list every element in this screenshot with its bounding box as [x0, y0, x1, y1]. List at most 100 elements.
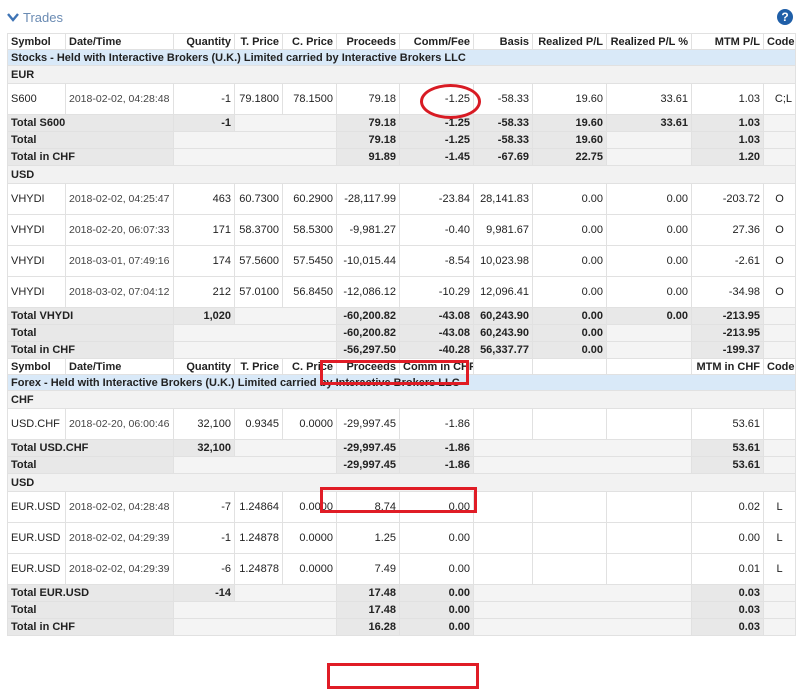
total-comm-chf: -1.86	[399, 439, 474, 457]
total-mtm-pl: -199.37	[691, 341, 764, 359]
col-header-code[interactable]: Code	[763, 358, 796, 375]
empty-cell	[234, 307, 337, 325]
cell-cprice: 0.0000	[282, 553, 337, 585]
total-mtm-chf: 0.03	[691, 601, 764, 619]
col-header-mtm-chf[interactable]: MTM in CHF	[691, 358, 764, 375]
cell-tprice: 1.24864	[234, 491, 283, 523]
cell-datetime: 2018-02-20, 06:07:33	[65, 214, 174, 246]
cell-realized-pl-pct: 33.61	[606, 83, 692, 115]
col-header-symbol[interactable]: Symbol	[7, 33, 66, 50]
total-row: Total -29,997.45 -1.86 53.61	[7, 456, 796, 474]
col-header-code[interactable]: Code	[763, 33, 796, 50]
total-proceeds: -29,997.45	[336, 439, 400, 457]
cell-code: O	[763, 245, 796, 277]
col-header-datetime[interactable]: Date/Time	[65, 358, 174, 375]
empty-cell	[473, 601, 692, 619]
total-symbol-row: Total USD.CHF 32,100 -29,997.45 -1.86 53…	[7, 439, 796, 457]
cell-datetime: 2018-02-02, 04:29:39	[65, 522, 174, 554]
col-header-symbol[interactable]: Symbol	[7, 358, 66, 375]
cell-basis: -58.33	[473, 83, 533, 115]
empty-cell	[473, 553, 533, 585]
help-icon[interactable]: ?	[777, 9, 793, 25]
cell-quantity: 212	[173, 276, 235, 308]
cell-datetime: 2018-02-02, 04:25:47	[65, 183, 174, 215]
col-header-commfee[interactable]: Comm/Fee	[399, 33, 474, 50]
cell-symbol: VHYDI	[7, 214, 66, 246]
cell-proceeds: 7.49	[336, 553, 400, 585]
total-realized-pl: 19.60	[532, 131, 607, 149]
cell-symbol: S600	[7, 83, 66, 115]
total-basis: 56,337.77	[473, 341, 533, 359]
col-header-realized-pl[interactable]: Realized P/L	[532, 33, 607, 50]
section-title: Trades	[23, 9, 63, 25]
cell-code: L	[763, 491, 796, 523]
col-header-datetime[interactable]: Date/Time	[65, 33, 174, 50]
asset-class-row: Stocks - Held with Interactive Brokers (…	[7, 49, 796, 66]
cell-datetime: 2018-02-20, 06:00:46	[65, 408, 174, 440]
empty-cell	[763, 324, 796, 342]
col-header-basis[interactable]: Basis	[473, 33, 533, 50]
total-chf-row: Total in CHF -56,297.50 -40.28 56,337.77…	[7, 341, 796, 359]
cell-proceeds: 1.25	[336, 522, 400, 554]
cell-cprice: 60.2900	[282, 183, 337, 215]
highlight-box-forex-usd-total-chf	[327, 663, 479, 689]
cell-cprice: 0.0000	[282, 408, 337, 440]
total-quantity: -1	[173, 114, 235, 132]
cell-mtm-pl: -34.98	[691, 276, 764, 308]
table-row: VHYDI 2018-03-02, 07:04:12 212 57.0100 5…	[7, 276, 796, 308]
col-header-realized-pl-pct[interactable]: Realized P/L %	[606, 33, 692, 50]
col-header-tprice[interactable]: T. Price	[234, 358, 283, 375]
total-row: Total 79.18 -1.25 -58.33 19.60 1.03	[7, 131, 796, 149]
highlight-circle-commfee	[420, 84, 481, 119]
empty-cell	[763, 456, 796, 474]
total-proceeds: -60,200.82	[336, 324, 400, 342]
empty-cell	[606, 358, 692, 375]
cell-symbol: USD.CHF	[7, 408, 66, 440]
empty-cell	[532, 553, 607, 585]
total-proceeds: -29,997.45	[336, 456, 400, 474]
cell-commfee: -0.40	[399, 214, 474, 246]
empty-cell	[532, 491, 607, 523]
total-quantity: -14	[173, 584, 235, 602]
empty-cell	[234, 584, 337, 602]
total-quantity: 1,020	[173, 307, 235, 325]
total-commfee: -43.08	[399, 324, 474, 342]
cell-mtm-chf: 0.01	[691, 553, 764, 585]
cell-mtm-chf: 53.61	[691, 408, 764, 440]
total-realized-pl: 0.00	[532, 341, 607, 359]
col-header-mtm-pl[interactable]: MTM P/L	[691, 33, 764, 50]
section-toggle[interactable]: Trades	[7, 10, 63, 25]
total-basis: -67.69	[473, 148, 533, 166]
total-proceeds: -60,200.82	[336, 307, 400, 325]
col-header-cprice[interactable]: C. Price	[282, 33, 337, 50]
empty-cell	[473, 456, 692, 474]
cell-commfee: -10.29	[399, 276, 474, 308]
total-comm-chf: 0.00	[399, 618, 474, 636]
cell-realized-pl: 19.60	[532, 83, 607, 115]
col-header-quantity[interactable]: Quantity	[173, 33, 235, 50]
total-mtm-pl: -213.95	[691, 324, 764, 342]
table-row: EUR.USD 2018-02-02, 04:29:39 -6 1.24878 …	[7, 553, 796, 585]
cell-code: C;L	[763, 83, 796, 115]
cell-realized-pl: 0.00	[532, 276, 607, 308]
cell-tprice: 60.7300	[234, 183, 283, 215]
col-header-tprice[interactable]: T. Price	[234, 33, 283, 50]
cell-quantity: -1	[173, 83, 235, 115]
empty-cell	[532, 358, 607, 375]
total-mtm-pl: 1.03	[691, 114, 764, 132]
total-realized-pl: 0.00	[532, 324, 607, 342]
total-proceeds: -56,297.50	[336, 341, 400, 359]
cell-symbol: VHYDI	[7, 276, 66, 308]
col-header-quantity[interactable]: Quantity	[173, 358, 235, 375]
cell-cprice: 0.0000	[282, 522, 337, 554]
total-realized-pl-pct: 0.00	[606, 307, 692, 325]
cell-datetime: 2018-02-02, 04:29:39	[65, 553, 174, 585]
cell-basis: 10,023.98	[473, 245, 533, 277]
empty-cell	[763, 584, 796, 602]
cell-datetime: 2018-02-02, 04:28:48	[65, 491, 174, 523]
total-commfee: -40.28	[399, 341, 474, 359]
col-header-proceeds[interactable]: Proceeds	[336, 33, 400, 50]
cell-cprice: 57.5450	[282, 245, 337, 277]
cell-mtm-pl: -2.61	[691, 245, 764, 277]
empty-cell	[763, 307, 796, 325]
